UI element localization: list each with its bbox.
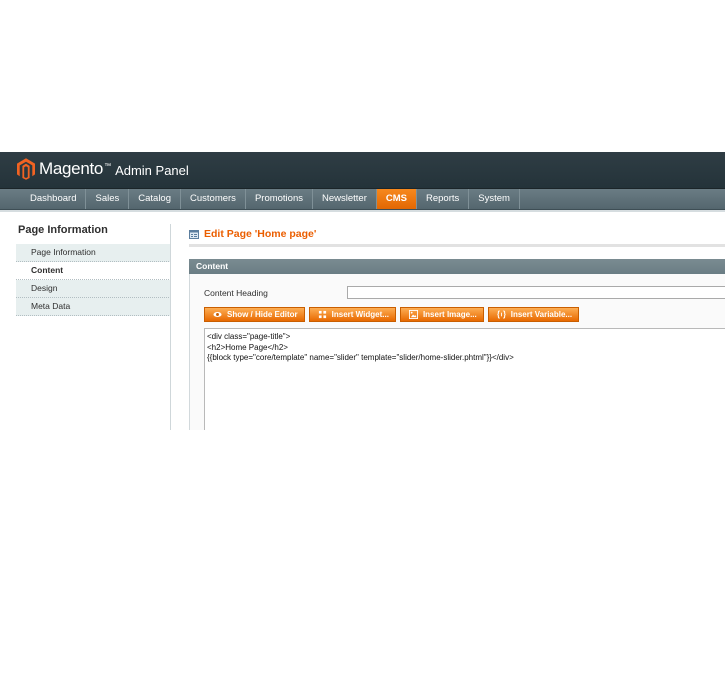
editor-toolbar: Show / Hide Editor Insert Widget... Inse… [204,307,583,322]
page-edit-icon [189,229,199,239]
insert-widget-label: Insert Widget... [331,310,389,319]
nav-catalog[interactable]: Catalog [129,189,181,209]
widget-icon [318,310,326,319]
eye-icon [213,311,222,318]
magento-logo[interactable]: Magento ™ Admin Panel [17,158,189,180]
insert-widget-button[interactable]: Insert Widget... [308,307,396,322]
variable-icon [497,310,506,319]
sidebar-divider [170,224,171,430]
nav-sales[interactable]: Sales [86,189,130,209]
brand-subtitle: Admin Panel [115,162,189,178]
content-editor-textarea[interactable]: <div class="page-title"> <h2>Home Page</… [204,328,725,430]
insert-image-button[interactable]: Insert Image... [399,307,484,322]
nav-cms[interactable]: CMS [376,189,417,209]
content-section-heading: Content [189,259,725,274]
show-hide-editor-label: Show / Hide Editor [227,310,298,319]
nav-reports[interactable]: Reports [417,189,470,209]
nav-customers[interactable]: Customers [181,189,246,209]
sidebar-tab-design[interactable]: Design [16,280,171,298]
content-section: Content Heading Show / Hide Editor Inser… [189,274,725,430]
editor-line: {{block type="core/template" name="slide… [207,353,514,362]
nav-divider [0,210,725,212]
nav-promotions[interactable]: Promotions [246,189,313,209]
editor-line: <h2>Home Page</h2> [207,342,288,352]
show-hide-editor-button[interactable]: Show / Hide Editor [204,307,305,322]
brand-name: Magento [39,159,104,178]
editor-line: <div class="page-title"> [207,332,291,341]
page-title: Edit Page 'Home page' [204,228,317,240]
image-icon [408,310,418,319]
nav-newsletter[interactable]: Newsletter [313,189,377,209]
nav-dashboard[interactable]: Dashboard [0,189,87,209]
magento-logo-icon [17,158,35,180]
sidebar: Page Information Page Information Conten… [16,224,171,316]
admin-header: Magento ™ Admin Panel [0,152,725,189]
content-heading-label: Content Heading [204,288,268,298]
header-rule [189,244,725,247]
insert-image-label: Insert Image... [422,310,477,319]
sidebar-tab-content[interactable]: Content [16,262,171,280]
admin-screenshot: Magento ™ Admin Panel Dashboard Sales Cat… [0,152,725,430]
sidebar-title: Page Information [18,224,108,236]
nav-system[interactable]: System [469,189,520,209]
insert-variable-label: Insert Variable... [510,310,573,319]
sidebar-tab-page-information[interactable]: Page Information [16,244,171,262]
brand-trademark: ™ [104,162,112,170]
insert-variable-button[interactable]: Insert Variable... [487,307,580,322]
main-nav: Dashboard Sales Catalog Customers Promot… [0,189,725,210]
content-heading-input[interactable] [347,286,725,299]
page-header: Edit Page 'Home page' [189,228,316,240]
sidebar-tab-meta-data[interactable]: Meta Data [16,298,171,316]
